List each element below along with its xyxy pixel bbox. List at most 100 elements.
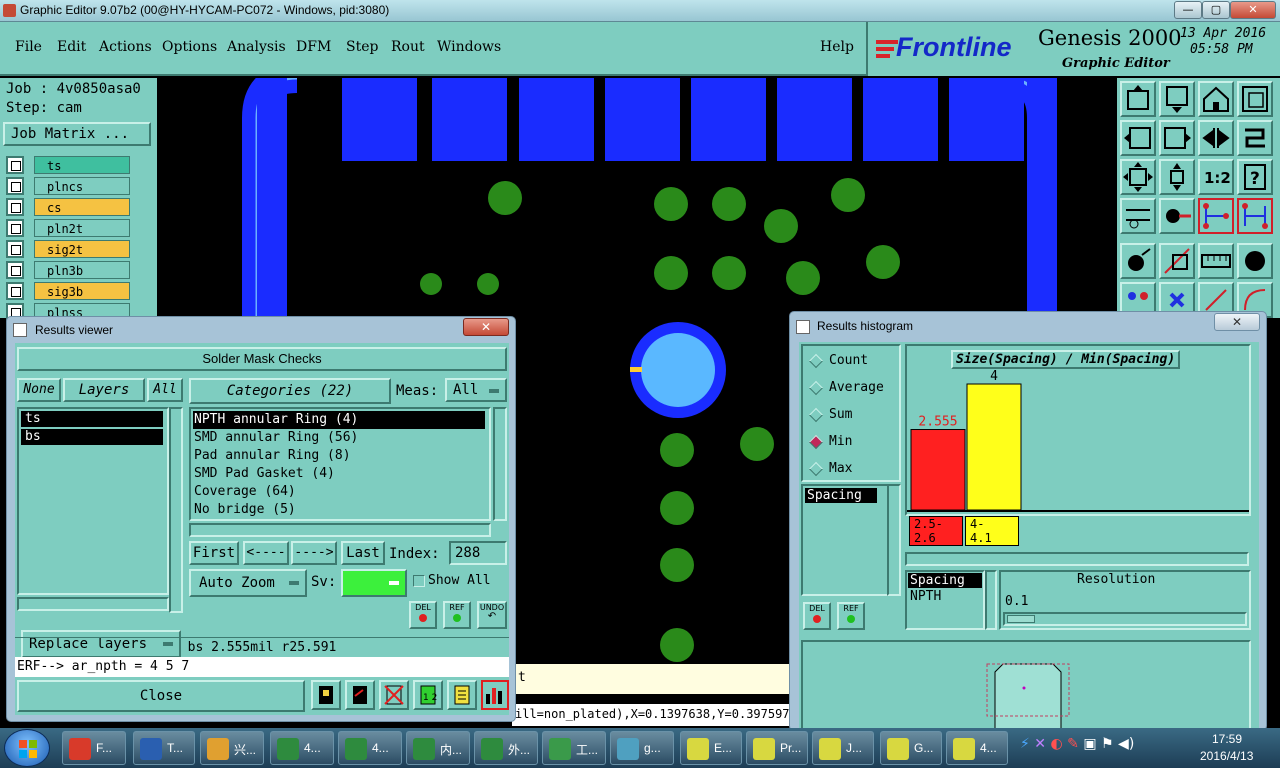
action-center-icon[interactable]: ⚑ <box>1101 736 1114 752</box>
menu-edit[interactable]: Edit <box>57 39 86 55</box>
layer-checkbox[interactable] <box>6 219 24 237</box>
net-route-icon[interactable] <box>1237 198 1273 234</box>
ref-button[interactable]: REF <box>443 601 471 629</box>
result-layer-item[interactable]: bs <box>21 429 163 445</box>
pan-left-icon[interactable] <box>1120 120 1156 156</box>
report-icon[interactable] <box>447 680 477 710</box>
mirror-icon[interactable] <box>1198 120 1234 156</box>
zoom-window-icon[interactable] <box>1237 81 1273 117</box>
histogram-del-button[interactable]: DEL <box>803 602 831 630</box>
category-item[interactable]: Coverage (64) <box>193 483 485 501</box>
category-item[interactable]: Pad annular Ring (8) <box>193 447 485 465</box>
taskbar-app-button[interactable]: 兴... <box>200 731 264 765</box>
menu-dfm[interactable]: DFM <box>296 39 331 55</box>
category-item[interactable]: NPTH annular Ring (4) <box>193 411 485 429</box>
ruler-icon[interactable] <box>1198 243 1234 279</box>
taskbar-app-button[interactable]: g... <box>610 731 674 765</box>
layer-checkbox[interactable] <box>6 261 24 279</box>
erf-icon[interactable] <box>379 680 409 710</box>
menu-step[interactable]: Step <box>346 39 378 55</box>
category-item[interactable]: SMD annular Ring (56) <box>193 429 485 447</box>
menu-actions[interactable]: Actions <box>99 39 152 55</box>
meas-dropdown[interactable]: All <box>445 378 507 402</box>
network-icon[interactable]: ▣ <box>1083 736 1096 752</box>
menu-rout[interactable]: Rout <box>391 39 425 55</box>
taskbar-app-button[interactable]: E... <box>680 731 742 765</box>
menu-analysis[interactable]: Analysis <box>227 39 286 55</box>
close-button[interactable]: ✕ <box>1230 1 1276 19</box>
results-close-button[interactable]: Close <box>17 680 305 712</box>
resolution-slider[interactable] <box>1003 612 1247 626</box>
layer-list-hscrollbar[interactable] <box>17 597 169 611</box>
mode-radio-average[interactable]: Average <box>808 379 897 399</box>
sv-color-dropdown[interactable] <box>341 569 407 597</box>
category-item[interactable]: SMD Pad Gasket (4) <box>193 465 485 483</box>
categories-button[interactable]: Categories (22) <box>189 378 391 404</box>
menu-file[interactable]: File <box>15 39 42 55</box>
round-pad-icon[interactable] <box>1237 243 1273 279</box>
net-highlight-icon[interactable] <box>1198 198 1234 234</box>
undo-button[interactable]: UNDO ↶ <box>477 601 507 629</box>
sequence-icon[interactable]: 1 2 <box>413 680 443 710</box>
mode-radio-sum[interactable]: Sum <box>808 406 897 426</box>
mode-radio-min[interactable]: Min <box>808 433 897 453</box>
result-tool-icon[interactable] <box>311 680 341 710</box>
clock-date[interactable]: 2016/4/13 <box>1200 749 1253 763</box>
category-list[interactable]: NPTH annular Ring (4) SMD annular Ring (5… <box>189 407 491 521</box>
layer-name[interactable]: ts <box>34 156 130 174</box>
tray-app-icon[interactable]: ⚡ <box>1020 736 1030 752</box>
all-layers-button[interactable]: All <box>147 378 183 402</box>
volume-icon[interactable]: ◀) <box>1118 736 1134 752</box>
taskbar-app-button[interactable]: 4... <box>270 731 334 765</box>
resolution-slider-handle[interactable] <box>1007 615 1035 623</box>
measure-icon[interactable] <box>1120 198 1156 234</box>
menu-help[interactable]: Help <box>820 39 854 55</box>
export-icon[interactable] <box>345 680 375 710</box>
layer-row-pln2t[interactable]: pln2t <box>6 219 130 237</box>
taskbar-app-button[interactable]: 内... <box>406 731 470 765</box>
histogram-list-item[interactable]: Spacing <box>805 488 877 503</box>
tray-app-icon[interactable]: ✎ <box>1067 736 1079 752</box>
none-button[interactable]: None <box>17 378 61 402</box>
pan-up-icon[interactable] <box>1120 81 1156 117</box>
menu-options[interactable]: Options <box>162 39 217 55</box>
del-button[interactable]: DEL <box>409 601 437 629</box>
maximize-button[interactable]: ▢ <box>1202 1 1230 19</box>
index-field[interactable]: 288 <box>449 541 507 565</box>
histogram-ref-button[interactable]: REF <box>837 602 865 630</box>
layer-checkbox[interactable] <box>6 156 24 174</box>
layer-name[interactable]: sig3b <box>34 282 130 300</box>
tray-icons[interactable]: ⚡ ✕ ◐ ✎ ▣ ⚑ ◀) <box>1020 736 1180 760</box>
next-button[interactable]: ----> <box>291 541 337 565</box>
layer-checkbox[interactable] <box>6 240 24 258</box>
taskbar-app-button[interactable]: 外... <box>474 731 538 765</box>
zoom-fit-icon[interactable] <box>1159 159 1195 195</box>
category-list-scrollbar[interactable] <box>493 407 507 521</box>
layer-row-cs[interactable]: cs <box>6 198 130 216</box>
tray-app-icon[interactable]: ◐ <box>1050 736 1062 752</box>
histogram-item-list[interactable]: Spacing <box>801 484 889 596</box>
layer-name[interactable]: plncs <box>34 177 130 195</box>
layer-row-sig3b[interactable]: sig3b <box>6 282 130 300</box>
taskbar-app-button[interactable]: Pr... <box>746 731 808 765</box>
layer-name[interactable]: pln2t <box>34 219 130 237</box>
fit-screen-icon[interactable] <box>1120 159 1156 195</box>
show-all-checkbox[interactable] <box>413 575 425 587</box>
mode-radio-count[interactable]: Count <box>808 352 897 372</box>
tray-app-icon[interactable]: ✕ <box>1034 736 1046 752</box>
histogram-icon[interactable] <box>481 680 509 710</box>
histogram-close-icon[interactable]: ✕ <box>1214 313 1260 331</box>
last-button[interactable]: Last <box>341 541 385 565</box>
taskbar-app-button[interactable]: T... <box>133 731 195 765</box>
scale-one-two-icon[interactable]: 1:2 <box>1198 159 1234 195</box>
help-icon[interactable]: ? <box>1237 159 1273 195</box>
layer-name[interactable]: pln3b <box>34 261 130 279</box>
histogram-hscrollbar[interactable] <box>905 552 1249 566</box>
category-list-hscrollbar[interactable] <box>189 523 491 537</box>
attribute-scrollbar[interactable] <box>985 570 997 630</box>
snap-icon[interactable] <box>1159 198 1195 234</box>
surface-icon[interactable] <box>1159 243 1195 279</box>
pan-right-icon[interactable] <box>1159 120 1195 156</box>
clock-time[interactable]: 17:59 <box>1212 732 1242 746</box>
minimize-button[interactable]: — <box>1174 1 1202 19</box>
